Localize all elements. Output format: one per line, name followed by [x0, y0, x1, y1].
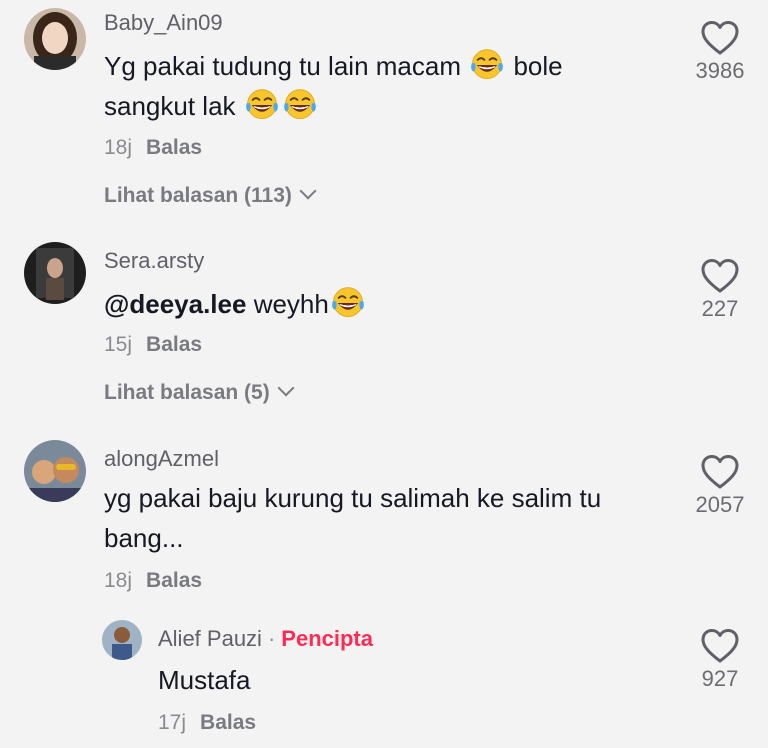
chevron-down-icon: [277, 379, 295, 397]
heart-outline-icon: [700, 258, 740, 294]
comment-meta: 17j Balas: [158, 711, 256, 735]
comment-text: yg pakai baju kurung tu salimah ke salim…: [104, 483, 602, 553]
timestamp: 15j: [104, 333, 133, 356]
timestamp: 18j: [104, 136, 133, 159]
reply-button[interactable]: Balas: [146, 136, 202, 159]
laughing-tears-emoji: [331, 286, 365, 320]
laughing-tears-emoji: [283, 88, 317, 122]
like-button[interactable]: 2057: [680, 454, 760, 518]
laughing-tears-emoji: [245, 88, 279, 122]
username[interactable]: Baby_Ain09: [104, 10, 223, 36]
avatar[interactable]: [24, 440, 86, 502]
mention-link[interactable]: @deeya.lee: [104, 289, 246, 319]
reply-button[interactable]: Balas: [200, 711, 256, 734]
like-button[interactable]: 3986: [680, 20, 760, 84]
reply-button[interactable]: Balas: [146, 569, 202, 592]
comment-meta: 18j Balas: [104, 569, 202, 593]
timestamp: 17j: [158, 711, 187, 734]
heart-outline-icon: [700, 628, 740, 664]
view-replies-button[interactable]: Lihat balasan (5): [104, 379, 295, 405]
like-count: 2057: [695, 492, 745, 517]
avatar[interactable]: [24, 242, 86, 304]
like-button[interactable]: 227: [680, 258, 760, 322]
like-button[interactable]: 927: [680, 628, 760, 692]
username[interactable]: alongAzmel: [104, 446, 219, 472]
laughing-tears-emoji: [470, 48, 504, 82]
username: Alief Pauzi · Pencipta: [158, 626, 373, 651]
reply-button[interactable]: Balas: [146, 333, 202, 356]
avatar[interactable]: [24, 8, 86, 70]
like-count: 927: [701, 666, 739, 691]
comment-text: @deeya.lee weyhh: [104, 284, 664, 324]
creator-badge: Pencipta: [281, 626, 373, 651]
comment-text: Mustafa: [158, 665, 251, 695]
like-count: 3986: [695, 58, 745, 83]
like-count: 227: [701, 296, 739, 321]
heart-outline-icon: [700, 20, 740, 56]
comment-meta: 18j Balas: [104, 136, 202, 160]
chevron-down-icon: [299, 182, 317, 200]
username[interactable]: Sera.arsty: [104, 248, 204, 274]
timestamp: 18j: [104, 569, 133, 592]
heart-outline-icon: [700, 454, 740, 490]
view-replies-button[interactable]: Lihat balasan (113): [104, 182, 317, 208]
avatar[interactable]: [102, 620, 142, 660]
comment-text: Yg pakai tudung tu lain macam bole sangk…: [104, 46, 664, 126]
comment-meta: 15j Balas: [104, 333, 202, 357]
